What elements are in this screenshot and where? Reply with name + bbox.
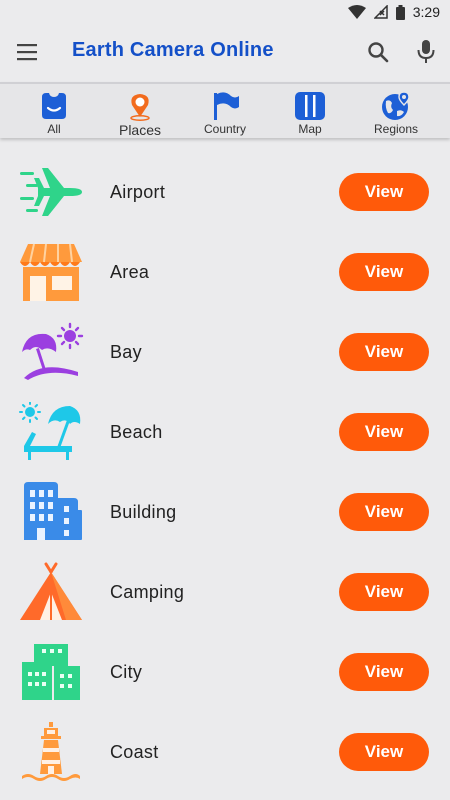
app-title: Earth Camera Online xyxy=(72,39,274,61)
app-bar: Earth Camera Online xyxy=(0,24,450,80)
view-button-bay[interactable]: View xyxy=(339,333,429,371)
search-icon[interactable] xyxy=(366,40,390,64)
storefront-icon xyxy=(20,243,82,301)
tab-country[interactable]: Country xyxy=(195,84,255,140)
lighthouse-icon xyxy=(22,722,80,781)
list-item-label: Coast xyxy=(110,742,159,762)
view-button-city[interactable]: View xyxy=(339,653,429,691)
status-bar: 3:29 xyxy=(0,0,450,24)
list-item-label: Area xyxy=(110,262,150,282)
menu-icon[interactable] xyxy=(16,42,40,62)
tab-country-label: Country xyxy=(203,122,247,136)
tab-map[interactable]: Map xyxy=(286,84,334,140)
airplane-icon xyxy=(20,168,82,216)
no-signal-icon xyxy=(373,5,388,19)
view-button-building[interactable]: View xyxy=(339,493,429,531)
battery-icon xyxy=(395,4,405,20)
list-item-label: Airport xyxy=(110,182,166,202)
list-item-beach: Beach View xyxy=(0,392,450,472)
list-item-city: City View xyxy=(0,632,450,712)
mic-icon[interactable] xyxy=(414,38,438,66)
view-button-coast[interactable]: View xyxy=(339,733,429,771)
list-item-coast: Coast View xyxy=(0,712,450,792)
globe-icon xyxy=(382,91,410,120)
tab-regions[interactable]: Regions xyxy=(366,84,426,140)
list-item-label: Camping xyxy=(110,582,185,602)
category-tab-bar: All Places Country Map Regions xyxy=(0,82,450,138)
view-button-camping[interactable]: View xyxy=(339,573,429,611)
tent-icon xyxy=(20,562,82,620)
tab-map-label: Map xyxy=(298,122,322,136)
list-item-area: Area View xyxy=(0,232,450,312)
view-button-area[interactable]: View xyxy=(339,253,429,291)
view-button-beach[interactable]: View xyxy=(339,413,429,451)
place-pin-icon xyxy=(130,94,150,121)
wifi-icon xyxy=(347,5,366,19)
list-item-label: Bay xyxy=(110,342,142,362)
flag-icon xyxy=(214,92,239,120)
map-icon xyxy=(295,92,325,120)
list-item-label: Beach xyxy=(110,422,163,442)
list-item-camping: Camping View xyxy=(0,552,450,632)
tab-places[interactable]: Places xyxy=(110,84,170,140)
beach-umbrella-icon xyxy=(22,322,84,380)
sun-lounger-icon xyxy=(19,402,81,460)
tab-regions-label: Regions xyxy=(373,122,419,136)
tab-all-label: All xyxy=(47,122,61,136)
list-item-label: Building xyxy=(110,502,177,522)
list-item-bay: Bay View xyxy=(0,312,450,392)
home-icon xyxy=(42,93,66,119)
tab-all[interactable]: All xyxy=(30,84,78,140)
list-item-airport: Airport View xyxy=(0,152,450,232)
city-icon xyxy=(22,644,80,700)
buildings-icon xyxy=(24,482,82,540)
status-icons: 3:29 xyxy=(347,3,440,21)
list-item-label: City xyxy=(110,662,143,682)
list-item-building: Building View xyxy=(0,472,450,552)
status-time: 3:29 xyxy=(412,4,440,20)
view-button-airport[interactable]: View xyxy=(339,173,429,211)
tab-places-label: Places xyxy=(118,122,162,138)
